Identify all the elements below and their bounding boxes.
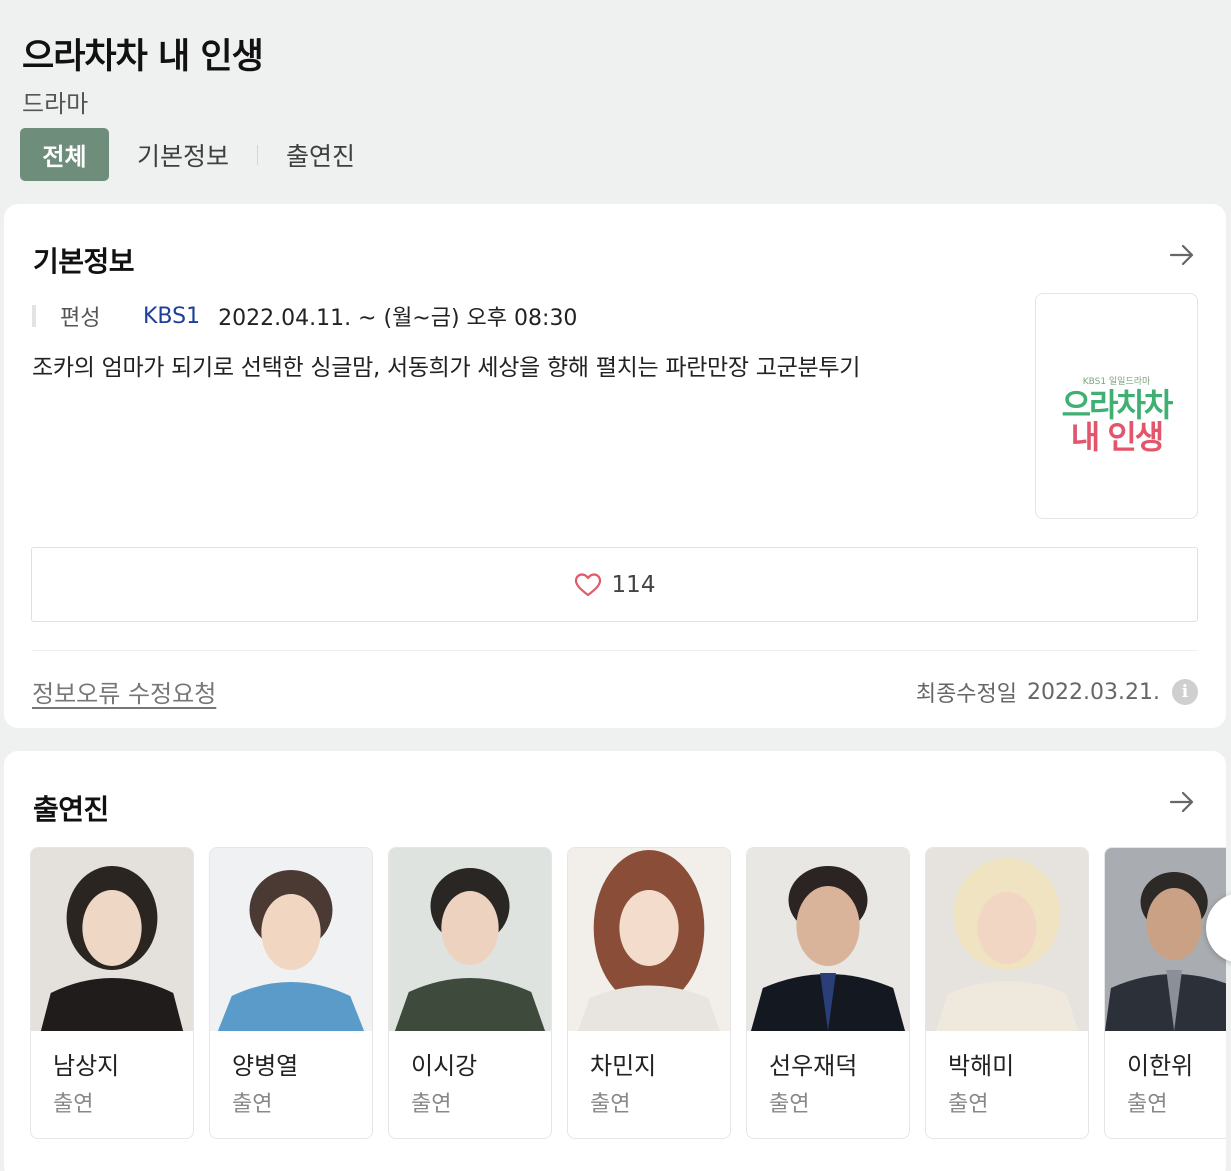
cast-role: 출연	[232, 1092, 273, 1117]
poster-image[interactable]: KBS1 일일드라마 으라차차 내 인생	[1035, 293, 1198, 519]
arrow-right-icon[interactable]	[1168, 241, 1196, 269]
header: 으라차차 내 인생 드라마 전체 기본정보 출연진	[0, 0, 1231, 200]
cast-role: 출연	[411, 1092, 452, 1117]
updated-date: 2022.03.21.	[1027, 679, 1160, 705]
tab-basic-info[interactable]: 기본정보	[109, 137, 257, 173]
cast-member[interactable]: 박해미 출연	[925, 847, 1089, 1139]
page-title: 으라차차 내 인생	[22, 37, 264, 77]
person-photo	[926, 848, 1088, 1031]
person-photo	[747, 848, 909, 1031]
cast-name: 차민지	[590, 1052, 657, 1080]
cast-list: 남상지 출연 양병열 출연 이시강 출연 차민지 출연 선우재덕 출연 박해미 …	[30, 847, 1226, 1139]
cast-member[interactable]: 이시강 출연	[388, 847, 552, 1139]
cast-role: 출연	[769, 1092, 810, 1117]
divider	[32, 650, 1198, 651]
arrow-right-icon[interactable]	[1168, 788, 1196, 816]
person-photo	[389, 848, 551, 1031]
cast-member[interactable]: 차민지 출연	[567, 847, 731, 1139]
heart-icon	[574, 572, 601, 596]
meta-bar	[32, 305, 36, 327]
cast-name: 남상지	[53, 1052, 120, 1080]
info-icon[interactable]: i	[1172, 679, 1198, 705]
cast-name: 양병열	[232, 1052, 299, 1080]
like-count: 114	[611, 571, 656, 598]
person-photo	[210, 848, 372, 1031]
cast-name: 박해미	[948, 1052, 1015, 1080]
cast-role: 출연	[948, 1092, 989, 1117]
last-updated: 최종수정일 2022.03.21. i	[916, 676, 1198, 708]
broadcast-meta: 편성 KBS1 2022.04.11. ~ (월~금) 오후 08:30	[32, 300, 577, 332]
meta-label: 편성	[60, 306, 101, 331]
cast-card: 출연진 남상지 출연 양병열 출연 이시강 출연 차민지 출연 선우재덕 출연 …	[4, 751, 1226, 1171]
network-link[interactable]: KBS1	[143, 304, 200, 329]
person-photo	[31, 848, 193, 1031]
poster-title-line2: 내 인생	[1070, 418, 1164, 456]
cast-member[interactable]: 남상지 출연	[30, 847, 194, 1139]
updated-label: 최종수정일	[915, 682, 1018, 707]
cast-member[interactable]: 양병열 출연	[209, 847, 373, 1139]
tab-all[interactable]: 전체	[20, 128, 109, 181]
cast-member[interactable]: 이한위 출연	[1104, 847, 1226, 1139]
cast-role: 출연	[590, 1092, 631, 1117]
person-photo	[568, 848, 730, 1031]
cast-name: 이한위	[1127, 1052, 1194, 1080]
cast-role: 출연	[1127, 1092, 1168, 1117]
tab-cast[interactable]: 출연진	[258, 137, 383, 173]
page-subtitle: 드라마	[22, 90, 89, 118]
basic-info-card: 기본정보 편성 KBS1 2022.04.11. ~ (월~금) 오후 08:3…	[4, 204, 1226, 728]
cast-title: 출연진	[33, 793, 109, 826]
cast-name: 선우재덕	[769, 1052, 858, 1080]
basic-info-title: 기본정보	[33, 245, 135, 278]
cast-member[interactable]: 선우재덕 출연	[746, 847, 910, 1139]
report-error-link[interactable]: 정보오류 수정요청	[32, 674, 216, 709]
tab-bar: 전체 기본정보 출연진	[20, 128, 383, 181]
cast-role: 출연	[53, 1092, 94, 1117]
broadcast-schedule: 2022.04.11. ~ (월~금) 오후 08:30	[218, 306, 578, 331]
cast-name: 이시강	[411, 1052, 478, 1080]
synopsis: 조카의 엄마가 되기로 선택한 싱글맘, 서동희가 세상을 향해 펼치는 파란만…	[32, 355, 861, 381]
like-button[interactable]: 114	[31, 547, 1198, 622]
